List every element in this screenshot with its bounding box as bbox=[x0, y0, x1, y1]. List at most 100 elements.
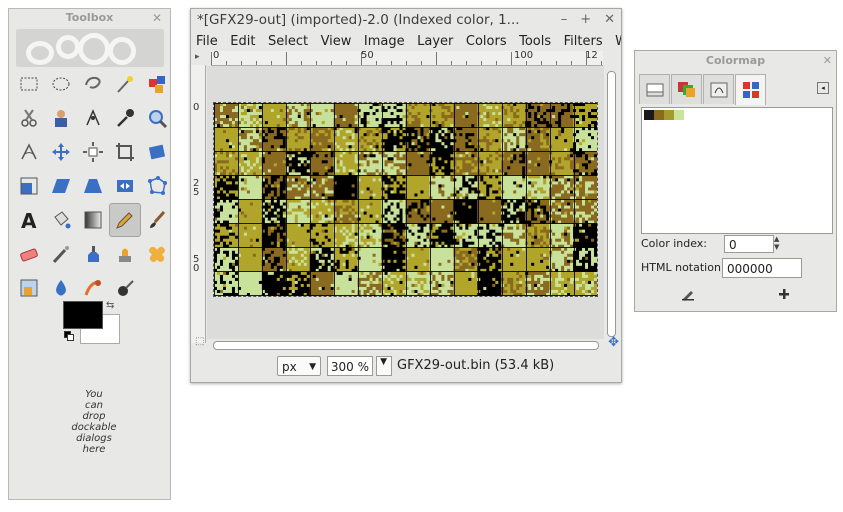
tool-foreground-select[interactable] bbox=[45, 101, 77, 135]
ruler-tick-label: 50 bbox=[361, 51, 374, 61]
tool-zoom[interactable] bbox=[141, 101, 173, 135]
scale-icon bbox=[20, 177, 38, 195]
close-icon[interactable]: ✕ bbox=[604, 9, 615, 31]
tab-colormap[interactable] bbox=[735, 74, 766, 105]
menu-item-tools[interactable]: Tools bbox=[519, 34, 551, 49]
tool-smudge[interactable] bbox=[77, 271, 109, 305]
paths-icon bbox=[710, 82, 727, 97]
menu-item-layer[interactable]: Layer bbox=[417, 34, 453, 49]
maximize-icon[interactable]: + bbox=[580, 9, 591, 31]
tool-blur[interactable] bbox=[45, 271, 77, 305]
colormap-title: Colormap ✕ bbox=[635, 51, 836, 70]
menu-item-file[interactable]: File bbox=[196, 34, 218, 49]
default-colors-icon[interactable] bbox=[64, 331, 74, 341]
tool-text[interactable]: A bbox=[13, 203, 45, 237]
tool-grid: A bbox=[13, 67, 173, 305]
ruler-menu-icon[interactable]: ▸ bbox=[195, 52, 205, 64]
tool-cage[interactable] bbox=[141, 169, 173, 203]
colormap-palette[interactable] bbox=[641, 107, 833, 234]
tool-heal[interactable] bbox=[141, 237, 173, 271]
zoom-input[interactable]: 300 % bbox=[327, 356, 373, 376]
colormap-swatch[interactable] bbox=[664, 110, 674, 120]
paintbrush-icon bbox=[150, 210, 166, 228]
tool-crop[interactable] bbox=[109, 135, 141, 169]
perspective-clone-icon bbox=[20, 279, 38, 297]
horizontal-scrollbar[interactable] bbox=[213, 341, 599, 350]
tool-perspective[interactable] bbox=[77, 169, 109, 203]
minimize-icon[interactable]: – bbox=[561, 9, 568, 31]
swap-colors-icon[interactable]: ⇆ bbox=[106, 300, 114, 311]
tool-color-picker[interactable] bbox=[109, 101, 141, 135]
image-canvas[interactable] bbox=[213, 102, 598, 297]
tab-menu-icon[interactable]: ◂ bbox=[817, 82, 829, 94]
tool-blend[interactable] bbox=[77, 203, 109, 237]
menu-item-filters[interactable]: Filters bbox=[564, 34, 603, 49]
tool-flip[interactable] bbox=[109, 169, 141, 203]
add-color-button[interactable] bbox=[773, 285, 795, 303]
tool-scale[interactable] bbox=[13, 169, 45, 203]
html-notation-field[interactable]: 000000 bbox=[722, 258, 802, 278]
colormap-swatch[interactable] bbox=[674, 110, 684, 120]
tool-paintbrush[interactable] bbox=[141, 203, 173, 237]
tool-move[interactable] bbox=[45, 135, 77, 169]
svg-text:A: A bbox=[21, 209, 37, 231]
flip-icon bbox=[117, 180, 133, 192]
tool-scissors[interactable] bbox=[13, 101, 45, 135]
blend-icon bbox=[84, 211, 102, 229]
tab-paths[interactable] bbox=[703, 74, 734, 104]
navigate-icon[interactable]: ✥ bbox=[608, 335, 619, 350]
toolbox-title: Toolbox ✕ bbox=[65, 9, 162, 27]
tool-paths[interactable] bbox=[77, 101, 109, 135]
tool-color-select[interactable] bbox=[141, 67, 173, 101]
horizontal-ruler[interactable]: 0 50 100 12 bbox=[211, 51, 603, 66]
menu-item-edit[interactable]: Edit bbox=[230, 34, 255, 49]
tool-shear[interactable] bbox=[45, 169, 77, 203]
tool-measure[interactable] bbox=[13, 135, 45, 169]
menu-item-image[interactable]: Image bbox=[364, 34, 405, 49]
color-index-spinner[interactable]: ▲ ▼ bbox=[774, 235, 784, 253]
tab-layers[interactable] bbox=[639, 74, 670, 104]
tool-eraser[interactable] bbox=[13, 237, 45, 271]
edit-color-button[interactable] bbox=[677, 285, 699, 303]
color-index-label: Color index: bbox=[641, 237, 708, 250]
dock-tabs bbox=[639, 74, 767, 105]
tool-rotate[interactable] bbox=[141, 135, 173, 169]
foreground-color-swatch-top[interactable] bbox=[63, 301, 103, 329]
colormap-panel: Colormap ✕ ◂ Color index: 0 ▲ ▼ HTML nota… bbox=[634, 50, 837, 312]
quick-mask-icon[interactable]: ⬚ bbox=[195, 336, 204, 347]
vertical-ruler[interactable]: 0 25 50 bbox=[191, 65, 206, 343]
tool-pencil[interactable] bbox=[109, 203, 141, 237]
tool-align[interactable] bbox=[77, 135, 109, 169]
canvas-area[interactable] bbox=[207, 66, 604, 339]
perspective-icon bbox=[84, 179, 102, 193]
unit-select[interactable]: px ▼ bbox=[277, 356, 321, 376]
close-icon[interactable]: ✕ bbox=[823, 51, 832, 70]
tool-perspective-clone[interactable] bbox=[13, 271, 45, 305]
menu-item-select[interactable]: Select bbox=[268, 34, 308, 49]
menu-item-colors[interactable]: Colors bbox=[466, 34, 507, 49]
menu-item-windo[interactable]: Windo bbox=[615, 34, 621, 49]
tool-ellipse-select[interactable] bbox=[45, 67, 77, 101]
tool-magic-wand[interactable] bbox=[109, 67, 141, 101]
chevron-down-icon: ▼ bbox=[380, 357, 387, 367]
align-icon bbox=[83, 142, 103, 162]
tab-channels[interactable] bbox=[671, 74, 702, 104]
colormap-swatch[interactable] bbox=[654, 110, 664, 120]
color-index-field[interactable]: 0 bbox=[724, 235, 774, 253]
ruler-tick-label: 25 bbox=[193, 178, 200, 198]
tool-clone[interactable] bbox=[109, 237, 141, 271]
tool-ink[interactable] bbox=[77, 237, 109, 271]
tool-lasso[interactable] bbox=[77, 67, 109, 101]
rotate-icon bbox=[148, 144, 166, 160]
tool-bucket-fill[interactable] bbox=[45, 203, 77, 237]
close-icon[interactable]: ✕ bbox=[152, 9, 162, 27]
tool-airbrush[interactable] bbox=[45, 237, 77, 271]
colormap-swatch[interactable] bbox=[644, 110, 654, 120]
dodge-burn-icon bbox=[118, 280, 134, 296]
tool-rect-select[interactable] bbox=[13, 67, 45, 101]
move-icon bbox=[52, 143, 70, 161]
vertical-scrollbar[interactable] bbox=[607, 71, 616, 337]
menu-item-view[interactable]: View bbox=[321, 34, 352, 49]
ruler-tick-label: 50 bbox=[193, 254, 200, 274]
zoom-dropdown[interactable]: ▼ bbox=[376, 356, 392, 376]
